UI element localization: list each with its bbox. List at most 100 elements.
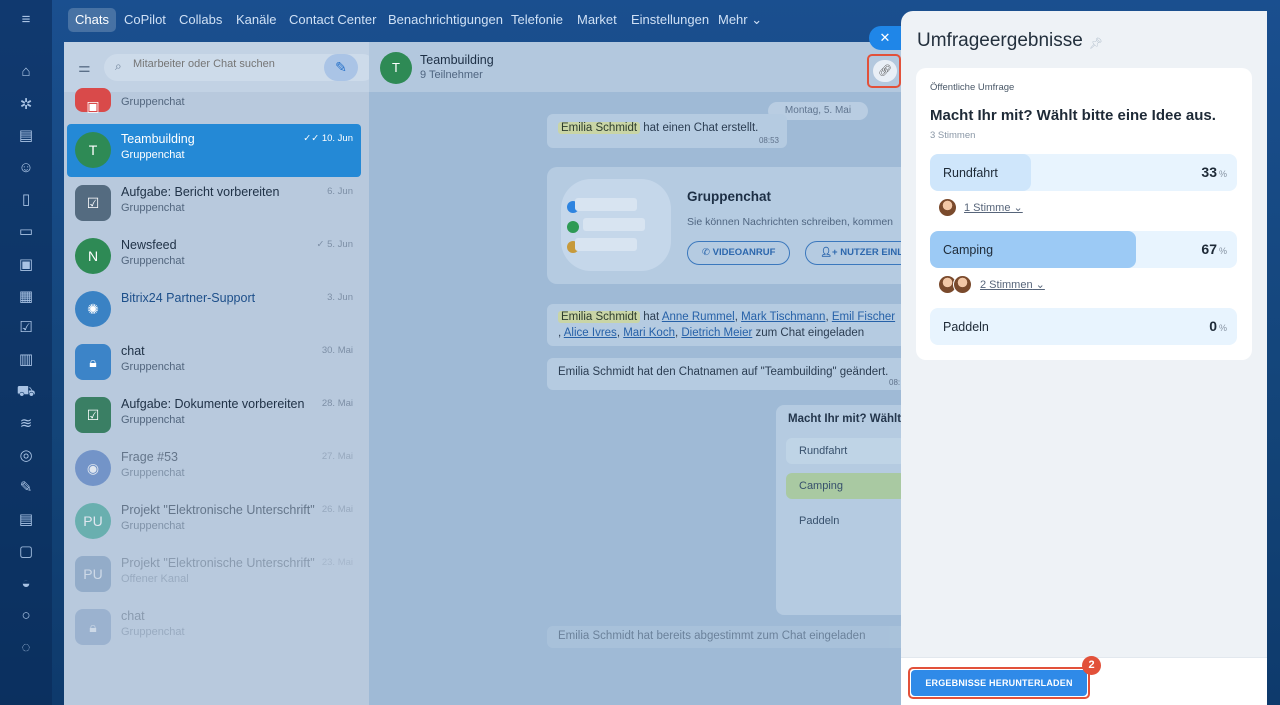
nav-telefonie[interactable]: Telefonie — [504, 8, 570, 32]
page-title: Umfrageergebnisse — [917, 30, 1083, 51]
crm-icon[interactable]: ▭ — [16, 222, 36, 242]
poll-option[interactable]: Paddeln — [786, 508, 901, 534]
author-chip[interactable]: Emilia Schmidt — [558, 630, 634, 642]
poll-question: Macht Ihr mit? Wählt bitte eine Idee aus… — [930, 107, 1216, 124]
result-option-rundfahrt: Rundfahrt 33% — [930, 154, 1237, 191]
chat-item-sub: Gruppenchat — [121, 520, 185, 532]
target-icon[interactable]: ◎ — [16, 446, 36, 466]
nav-benachrichtigungen[interactable]: Benachrichtigungen — [381, 8, 510, 32]
conversation-name[interactable]: Teambuilding — [420, 53, 494, 67]
more-rail-icon[interactable]: ◌ — [16, 638, 36, 658]
sign-icon[interactable]: ✎ — [16, 478, 36, 498]
filter-icon[interactable]: ⚌ — [78, 59, 94, 75]
author-chip[interactable]: Emilia Schmidt — [558, 122, 641, 134]
conversation-members[interactable]: 9 Teilnehmer — [420, 69, 483, 81]
compose-icon[interactable]: ✎ — [324, 54, 358, 81]
chat-item-sub: Gruppenchat — [121, 149, 185, 161]
poll-message[interactable]: Macht Ihr mit? Wählt Rundfahrt Camping P… — [776, 405, 901, 615]
chat-item-chat-2[interactable]: 🔒︎ chat Gruppenchat — [67, 601, 361, 654]
chat-item-sub: Gruppenchat — [121, 414, 185, 426]
nav-einstellungen[interactable]: Einstellungen — [624, 8, 716, 32]
chat-illustration — [561, 179, 671, 271]
chat-item-date: 3. Jun — [327, 292, 353, 303]
docs-icon[interactable]: ▯ — [16, 190, 36, 210]
car-icon[interactable]: ◒ — [16, 574, 36, 594]
voters-toggle[interactable]: 1 Stimme ⌄ — [964, 201, 1023, 214]
chat-item-date: 23. Mai — [321, 557, 353, 568]
home-icon[interactable]: ⌂ — [16, 62, 36, 82]
avatar[interactable]: T — [380, 52, 412, 84]
close-icon[interactable]: ✕ — [869, 26, 901, 50]
task-icon: ☑ — [75, 397, 111, 433]
chat-item-sub: Gruppenchat — [121, 467, 185, 479]
welcome-card: Gruppenchat Sie können Nachrichten schre… — [547, 167, 901, 284]
system-message-renamed: Emilia Schmidt hat den Chatnamen auf "Te… — [547, 358, 901, 390]
chat-item-title: Aufgabe: Dokumente vorbereiten — [121, 397, 305, 411]
tasks-icon[interactable]: ☑ — [16, 318, 36, 338]
chat-item-chat[interactable]: 🔒︎ chat Gruppenchat 30. Mai — [67, 336, 361, 389]
chat-rail-icon[interactable]: ▢ — [16, 542, 36, 562]
result-option-camping: Camping 67% — [930, 231, 1237, 268]
analytics-icon[interactable]: ▥ — [16, 350, 36, 370]
filter-rail-icon[interactable]: ≋ — [16, 414, 36, 434]
copilot-icon[interactable]: ✲ — [16, 95, 36, 115]
highlight-box-download — [908, 667, 1090, 699]
avatar: PU — [75, 556, 111, 592]
chat-item-aufgabe-bericht[interactable]: ☑ Aufgabe: Bericht vorbereiten Gruppench… — [67, 177, 361, 230]
poll-results-card: Öffentliche Umfrage Macht Ihr mit? Wählt… — [916, 68, 1252, 360]
result-label: Paddeln — [943, 320, 989, 334]
author-chip[interactable]: Emilia Schmidt — [558, 311, 641, 323]
add-user-icon: 👤︎+ — [820, 247, 841, 258]
nav-contact-center[interactable]: Contact Center — [282, 8, 383, 32]
pin-icon[interactable]: 📌︎ — [1089, 37, 1103, 50]
result-label: Camping — [943, 243, 994, 257]
video-call-label: VIDEOANRUF — [712, 247, 776, 258]
nav-copilot[interactable]: CoPilot — [117, 8, 173, 32]
avatar — [953, 275, 972, 294]
task-icon: ☑ — [75, 185, 111, 221]
feed-icon[interactable]: ▤ — [16, 126, 36, 146]
nav-mehr[interactable]: Mehr ⌄ — [711, 8, 769, 32]
calendar-icon[interactable]: ▦ — [16, 287, 36, 307]
settings-rail-icon[interactable]: ○ — [16, 606, 36, 626]
team-icon[interactable]: ☺ — [16, 158, 36, 178]
message-tail: zum Chat eingeladen — [755, 327, 865, 339]
user-link[interactable]: Alice Ivres — [564, 327, 617, 339]
user-link[interactable]: Anne Rummel — [662, 311, 735, 323]
result-percent: 67% — [1201, 241, 1227, 257]
chat-search-input[interactable] — [133, 58, 293, 70]
chat-item-title: Teambuilding — [121, 132, 195, 146]
storage-icon[interactable]: ▤ — [16, 510, 36, 530]
chat-item-frage[interactable]: ◉ Frage #53 Gruppenchat 27. Mai — [67, 442, 361, 495]
chat-item-sub: Gruppenchat — [121, 361, 185, 373]
poll-option[interactable]: Camping — [786, 473, 901, 499]
welcome-text: Sie können Nachrichten schreiben, kommen — [687, 216, 894, 228]
shop-icon[interactable]: ⛟ — [16, 382, 36, 402]
poll-option[interactable]: Rundfahrt — [786, 438, 901, 464]
user-link[interactable]: Dietrich Meier — [681, 327, 752, 339]
user-link[interactable]: Mark Tischmann — [741, 311, 825, 323]
nav-collabs[interactable]: Collabs — [172, 8, 229, 32]
left-rail: ≡ ⌂ ✲ ▤ ☺ ▯ ▭ ▣ ▦ ☑ ▥ ⛟ ≋ ◎ ✎ ▤ ▢ ◒ ○ ◌ — [0, 0, 52, 705]
chat-item-projekt-1[interactable]: PU Projekt "Elektronische Unterschrift" … — [67, 495, 361, 548]
chat-item-aufgabe-dokumente[interactable]: ☑ Aufgabe: Dokumente vorbereiten Gruppen… — [67, 389, 361, 442]
invite-users-button[interactable]: 👤︎+ NUTZER EINL — [805, 241, 901, 265]
chat-item-partner-support[interactable]: ✺ Bitrix24 Partner-Support 3. Jun — [67, 283, 361, 336]
user-link[interactable]: Emil Fischer — [832, 311, 895, 323]
menu-icon[interactable]: ≡ — [16, 10, 36, 30]
chat-item-teambuilding[interactable]: T Teambuilding Gruppenchat ✓✓ 10. Jun — [67, 124, 361, 177]
search-icon: ⌕ — [115, 59, 122, 73]
nav-kanaele[interactable]: Kanäle — [229, 8, 283, 32]
nav-market[interactable]: Market — [570, 8, 624, 32]
sites-icon[interactable]: ▣ — [16, 255, 36, 275]
chat-item-title: chat — [121, 344, 145, 358]
video-call-button[interactable]: ✆ VIDEOANRUF — [687, 241, 791, 265]
chat-item-projekt-2[interactable]: PU Projekt "Elektronische Unterschrift" … — [67, 548, 361, 601]
chat-item-newsfeed[interactable]: N Newsfeed Gruppenchat ✓ 5. Jun — [67, 230, 361, 283]
chat-item-title: Bitrix24 Partner-Support — [121, 291, 256, 305]
chat-item-title: Frage #53 — [121, 450, 178, 464]
nav-chats[interactable]: Chats — [68, 8, 116, 32]
voters-toggle[interactable]: 2 Stimmen ⌄ — [980, 278, 1045, 291]
conversation-header: T Teambuilding 9 Teilnehmer 🔗︎ — [369, 42, 901, 92]
user-link[interactable]: Mari Koch — [623, 327, 675, 339]
